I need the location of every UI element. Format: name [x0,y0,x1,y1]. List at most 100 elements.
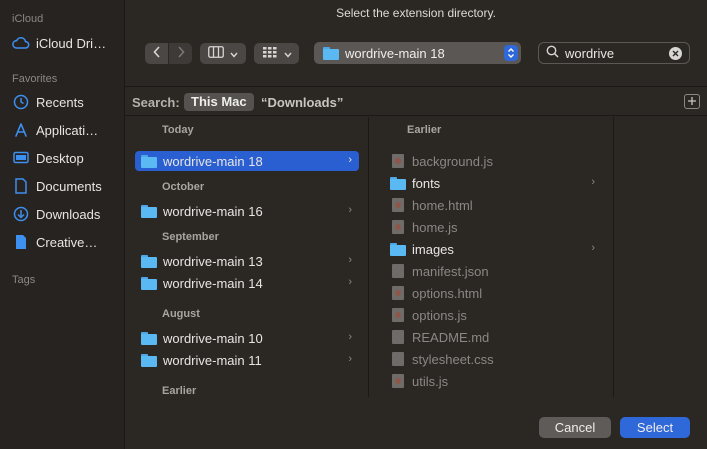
folder-row[interactable]: fonts › [384,173,602,193]
chevron-right-icon [177,46,185,61]
folder-icon [141,276,157,290]
sidebar-item-documents[interactable]: Documents [12,174,122,198]
html-file-icon [392,198,404,212]
file-name: utils.js [412,373,449,389]
group-header-earlier: Earlier [407,124,442,136]
scope-downloads-button[interactable]: “Downloads” [261,95,343,110]
markdown-file-icon [392,330,404,344]
result-name: wordrive-main 11 [163,352,262,368]
file-name: stylesheet.css [412,351,494,367]
chevron-right-icon: › [348,353,352,365]
chevron-left-icon [152,46,161,61]
plus-icon [687,94,697,109]
js-file-icon [392,154,404,168]
chevron-right-icon: › [348,254,352,266]
file-name: background.js [412,153,493,169]
sidebar-item-label: Applicati… [36,122,99,138]
path-popup-label: wordrive-main 18 [345,45,445,61]
result-name: wordrive-main 13 [163,253,263,269]
folder-icon [323,46,339,60]
search-icon [546,45,559,61]
scope-this-mac-button[interactable]: This Mac [184,93,254,111]
group-header-october: October [162,181,205,193]
sidebar: iCloud iCloud Dri… Favorites Recents App… [0,0,125,449]
folder-icon [390,242,406,256]
back-button[interactable] [145,43,168,64]
clear-search-icon[interactable] [669,47,682,60]
result-name: wordrive-main 10 [163,330,263,346]
sidebar-item-recents[interactable]: Recents [12,90,122,114]
desktop-icon [12,149,30,167]
view-mode-button[interactable] [200,43,246,64]
chevron-down-icon [230,46,238,61]
chevron-right-icon: › [348,204,352,216]
file-name: options.html [412,285,483,301]
downloads-icon [12,205,30,223]
folder-icon [141,154,157,168]
file-row: utils.js [384,371,602,391]
js-file-icon [392,308,404,322]
sidebar-item-desktop[interactable]: Desktop [12,146,122,170]
file-name: home.html [412,197,473,213]
file-name: home.js [412,219,458,235]
select-button[interactable]: Select [620,417,690,438]
group-button[interactable] [254,43,299,64]
file-row: background.js [384,151,602,171]
result-name: wordrive-main 18 [163,153,263,169]
forward-button[interactable] [169,43,192,64]
sidebar-item-label: Desktop [36,150,84,166]
column-view-icon [208,46,224,61]
file-icon [12,233,30,251]
folder-row[interactable]: images › [384,239,602,259]
add-criteria-button[interactable] [684,94,700,109]
sidebar-item-downloads[interactable]: Downloads [12,202,122,226]
folder-icon [141,204,157,218]
file-name: manifest.json [412,263,489,279]
folder-icon [141,331,157,345]
applications-icon [12,121,30,139]
result-row[interactable]: wordrive-main 14 › [135,273,359,293]
file-row: home.html [384,195,602,215]
dialog-title: Select the extension directory. [336,6,496,20]
js-file-icon [392,220,404,234]
sidebar-item-label: iCloud Dri… [36,35,107,51]
result-row[interactable]: wordrive-main 18 › [135,151,359,171]
sidebar-item-label: Creative… [36,234,98,250]
css-file-icon [392,352,404,366]
chevron-right-icon: › [348,276,352,288]
up-down-arrows-icon [504,45,518,61]
chevron-right-icon: › [591,242,595,254]
file-row: README.md [384,327,602,347]
search-scope-bar: Search: This Mac “Downloads” [125,86,707,116]
folder-contents-column: Earlier background.js fonts › home.html … [370,117,614,397]
sidebar-item-label: Documents [36,178,102,194]
result-row[interactable]: wordrive-main 11 › [135,350,359,370]
file-name: README.md [412,329,490,345]
result-name: wordrive-main 16 [163,203,263,219]
file-row: home.js [384,217,602,237]
chevron-down-icon [283,46,292,61]
sidebar-item-creative[interactable]: Creative… [12,230,122,254]
chevron-right-icon: › [348,154,352,166]
document-icon [12,177,30,195]
sidebar-item-icloud-drive[interactable]: iCloud Dri… [12,31,122,55]
path-popup[interactable]: wordrive-main 18 [314,42,521,64]
result-row[interactable]: wordrive-main 10 › [135,328,359,348]
clock-icon [12,93,30,111]
group-header-today: Today [162,124,194,136]
json-file-icon [392,264,404,278]
result-name: wordrive-main 14 [163,275,263,291]
sidebar-item-label: Downloads [36,206,101,222]
sidebar-item-applications[interactable]: Applicati… [12,118,122,142]
sidebar-section-favorites: Favorites [12,73,58,85]
result-row[interactable]: wordrive-main 13 › [135,251,359,271]
chevron-right-icon: › [591,176,595,188]
results-column: Today wordrive-main 18 › October wordriv… [125,117,369,397]
cancel-button[interactable]: Cancel [539,417,611,438]
folder-name: fonts [412,175,441,191]
search-input[interactable] [565,45,665,61]
group-header-august: August [162,308,200,320]
group-header-earlier: Earlier [162,385,197,397]
result-row[interactable]: wordrive-main 16 › [135,201,359,221]
search-field[interactable] [538,42,690,64]
